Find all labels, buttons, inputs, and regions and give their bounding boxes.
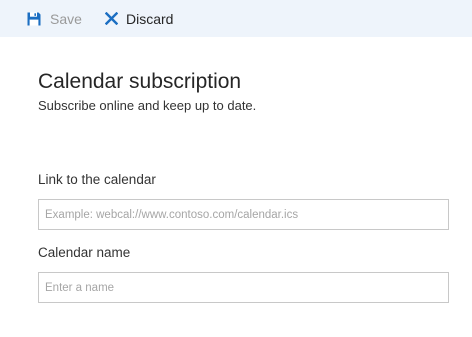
save-button[interactable]: Save: [27, 0, 82, 37]
discard-button-label: Discard: [126, 10, 174, 27]
discard-button[interactable]: Discard: [104, 0, 173, 37]
page-title: Calendar subscription: [38, 70, 242, 93]
calendar-name-input[interactable]: [38, 272, 449, 303]
floppy-disk-icon: [27, 12, 41, 26]
calendar-link-input[interactable]: [38, 199, 449, 230]
calendar-subscription-page: Save Discard Calendar subscription Subsc…: [0, 0, 472, 337]
command-toolbar: Save Discard: [0, 0, 472, 37]
save-button-label: Save: [50, 10, 82, 27]
calendar-link-label: Link to the calendar: [38, 172, 156, 187]
calendar-name-label: Calendar name: [38, 245, 131, 260]
page-subtitle: Subscribe online and keep up to date.: [38, 98, 257, 113]
close-x-icon: [104, 12, 118, 26]
